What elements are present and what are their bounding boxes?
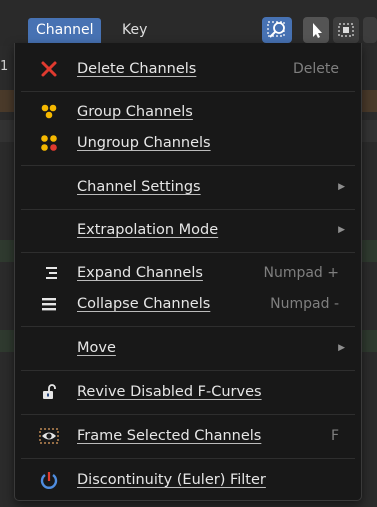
editor-header: Channel Key [0,0,377,46]
zoom-selection-icon [267,21,285,38]
menu-item-label: Collapse Channels [77,296,211,312]
menu-item-extrapolation-mode[interactable]: Extrapolation Mode ▶ [15,215,361,245]
menu-item-discontinuity-filter[interactable]: Discontinuity (Euler) Filter [15,465,361,495]
menu-item-group-channels[interactable]: Group Channels [15,97,361,127]
menu-item-shortcut: Numpad + [263,265,339,281]
menu-item-collapse-channels[interactable]: Collapse Channels Numpad - [15,289,361,319]
menu-item-label: Channel Settings [77,179,201,195]
ungroup-icon [39,133,59,153]
collapse-icon [39,294,59,314]
menu-item-ungroup-channels[interactable]: Ungroup Channels [15,128,361,158]
menu-item-revive-disabled-fcurves[interactable]: Revive Disabled F-Curves [15,377,361,407]
menu-item-frame-selected-channels[interactable]: Frame Selected Channels F [15,421,361,451]
menu-separator [21,370,355,371]
menu-item-label: Delete Channels [77,61,197,77]
cursor-icon [313,23,322,38]
menu-item-expand-channels[interactable]: Expand Channels Numpad + [15,258,361,288]
menu-item-channel-settings[interactable]: Channel Settings ▶ [15,172,361,202]
menu-item-shortcut: F [330,428,339,444]
group-icon [39,102,59,122]
eye-frame-icon [39,426,59,446]
menu-separator [21,252,355,253]
menu-separator [21,326,355,327]
tab-key[interactable]: Key [114,18,155,43]
menu-item-label: Move [77,340,116,356]
channel-menu: Delete Channels Delete Group Channels Un… [14,43,362,501]
menu-item-label: Group Channels [77,104,193,120]
menu-item-delete-channels[interactable]: Delete Channels Delete [15,54,361,84]
menu-item-move[interactable]: Move ▶ [15,333,361,363]
menu-separator [21,91,355,92]
menu-separator [21,458,355,459]
menu-item-shortcut: Delete [293,61,339,77]
menu-item-label: Revive Disabled F-Curves [77,384,262,400]
submenu-arrow-icon: ▶ [338,225,345,235]
view-selected-button[interactable] [262,17,292,43]
lock-open-icon [39,382,59,402]
box-select-icon [338,23,354,37]
box-select-button[interactable] [333,17,359,43]
more-tools-button[interactable] [363,17,377,43]
submenu-arrow-icon: ▶ [338,182,345,192]
tab-channel[interactable]: Channel [28,18,102,43]
submenu-arrow-icon: ▶ [338,343,345,353]
menu-separator [21,165,355,166]
menu-item-label: Discontinuity (Euler) Filter [77,472,266,488]
discontinuity-icon [39,470,59,490]
background-fragment: 1 [0,59,9,74]
menu-separator [21,209,355,210]
select-tool-button[interactable] [303,17,329,43]
menu-item-label: Ungroup Channels [77,135,211,151]
expand-icon [39,263,59,283]
menu-item-label: Frame Selected Channels [77,428,262,444]
menu-separator [21,414,355,415]
menu-item-label: Extrapolation Mode [77,222,219,238]
menu-item-shortcut: Numpad - [270,296,339,312]
x-icon [39,59,59,79]
menu-item-label: Expand Channels [77,265,203,281]
